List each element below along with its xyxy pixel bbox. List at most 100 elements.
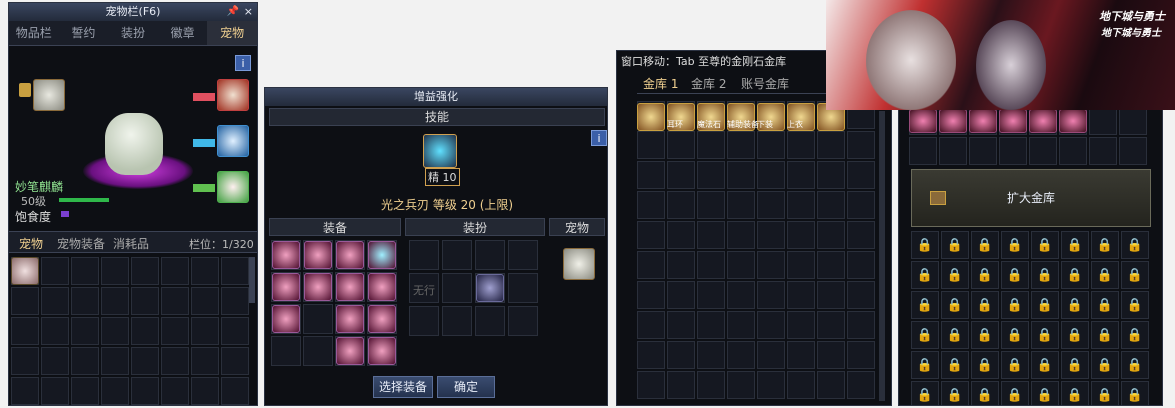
equip-slot[interactable]	[271, 336, 301, 366]
bank-slot[interactable]	[847, 191, 875, 219]
bank-slot[interactable]	[727, 131, 755, 159]
bank-slot[interactable]	[727, 311, 755, 339]
bank-slot[interactable]	[637, 281, 665, 309]
pet-inventory-slot[interactable]	[221, 257, 249, 285]
costume-item[interactable]	[476, 274, 504, 302]
pet-inventory-slot[interactable]	[191, 287, 219, 315]
pet-inventory-slot[interactable]	[71, 377, 99, 405]
bank-slot[interactable]	[757, 311, 785, 339]
pet-inventory-slot[interactable]	[71, 347, 99, 375]
pet-inventory-slot[interactable]	[131, 317, 159, 345]
equipment-item[interactable]	[368, 241, 396, 269]
bank-slot[interactable]	[787, 131, 815, 159]
bank-slot[interactable]	[787, 221, 815, 249]
bank-slot[interactable]	[727, 191, 755, 219]
costume-slot[interactable]	[475, 240, 505, 270]
costume-slot[interactable]	[409, 306, 439, 336]
pet-inventory-slot[interactable]	[191, 347, 219, 375]
bank-slot[interactable]	[637, 191, 665, 219]
bank-scrollbar[interactable]	[879, 111, 885, 401]
pet-inventory-slot[interactable]	[11, 317, 39, 345]
bank-slot[interactable]	[757, 251, 785, 279]
tab-costume[interactable]: 装扮	[108, 21, 158, 45]
bank-slot[interactable]	[667, 221, 695, 249]
bank-slot[interactable]	[697, 191, 725, 219]
pet-inventory-slot[interactable]	[71, 317, 99, 345]
costume-slot[interactable]	[508, 306, 538, 336]
pet-panel-title[interactable]: 宠物栏(F6) 📌 ×	[9, 3, 257, 21]
bank-slot[interactable]	[817, 161, 845, 189]
expand-slot[interactable]	[1029, 137, 1057, 165]
pet-inventory-slot[interactable]	[71, 287, 99, 315]
bank-slot[interactable]	[817, 281, 845, 309]
select-equipment-button[interactable]: 选择装备	[373, 376, 433, 398]
bank-item[interactable]	[969, 109, 997, 133]
equipment-item[interactable]	[336, 305, 364, 333]
pet-inventory-slot[interactable]	[221, 287, 249, 315]
bank-slot[interactable]	[667, 311, 695, 339]
pin-icon[interactable]: 📌	[227, 3, 239, 21]
bank-slot[interactable]	[697, 341, 725, 369]
bank-slot[interactable]	[697, 311, 725, 339]
bank-item[interactable]	[939, 109, 967, 133]
tab-bank-1[interactable]: 金库 1	[643, 75, 678, 92]
bank-slot[interactable]	[757, 341, 785, 369]
bank-slot[interactable]	[757, 221, 785, 249]
pet-inventory-slot[interactable]	[131, 377, 159, 405]
bank-slot[interactable]	[697, 371, 725, 399]
bank-slot[interactable]	[727, 371, 755, 399]
bank-slot[interactable]	[637, 371, 665, 399]
equip-slot[interactable]	[303, 304, 333, 334]
pet-inventory-slot[interactable]	[191, 317, 219, 345]
costume-slot[interactable]	[442, 306, 472, 336]
expand-slot[interactable]	[1119, 137, 1147, 165]
bank-slot[interactable]	[757, 281, 785, 309]
expand-slot[interactable]	[1119, 107, 1147, 135]
bank-slot[interactable]	[847, 251, 875, 279]
bank-item[interactable]	[637, 103, 665, 131]
expand-slot[interactable]	[1089, 137, 1117, 165]
tab-oath[interactable]: 誓约	[59, 21, 109, 45]
bank-slot[interactable]	[847, 221, 875, 249]
bank-slot[interactable]	[637, 341, 665, 369]
bank-slot[interactable]	[697, 161, 725, 189]
bank-slot[interactable]	[787, 251, 815, 279]
pet-equip-slot-blue[interactable]	[217, 125, 249, 157]
bank-slot[interactable]	[757, 161, 785, 189]
bank-slot[interactable]	[637, 161, 665, 189]
tab-pet-equipment[interactable]: 宠物装备	[57, 235, 105, 252]
bank-slot[interactable]	[817, 311, 845, 339]
bank-slot[interactable]	[727, 251, 755, 279]
bank-slot[interactable]	[697, 131, 725, 159]
bank-slot[interactable]	[667, 371, 695, 399]
bank-slot[interactable]	[787, 371, 815, 399]
tab-bank-2[interactable]: 金库 2	[691, 75, 726, 92]
bank-slot[interactable]	[757, 131, 785, 159]
equipment-item[interactable]	[272, 241, 300, 269]
equipment-item[interactable]	[336, 273, 364, 301]
pet-inventory-slot[interactable]	[101, 377, 129, 405]
bank-slot[interactable]	[787, 281, 815, 309]
pet-equip-slot-red[interactable]	[217, 79, 249, 111]
pet-inventory-slot[interactable]	[221, 377, 249, 405]
pet-inventory-slot[interactable]	[191, 257, 219, 285]
bank-slot[interactable]	[757, 191, 785, 219]
pet-inventory-slot[interactable]	[131, 347, 159, 375]
costume-slot[interactable]	[508, 240, 538, 270]
equipment-item[interactable]	[304, 241, 332, 269]
bank-slot[interactable]	[727, 281, 755, 309]
bank-slot[interactable]	[817, 371, 845, 399]
bank-slot[interactable]	[697, 221, 725, 249]
bank-slot[interactable]	[697, 251, 725, 279]
bank-slot[interactable]	[787, 161, 815, 189]
pet-inventory-slot[interactable]	[221, 347, 249, 375]
bank-slot[interactable]	[667, 281, 695, 309]
costume-slot[interactable]	[442, 240, 472, 270]
bank-slot[interactable]	[727, 341, 755, 369]
pet-inventory-slot[interactable]	[101, 317, 129, 345]
bank-slot[interactable]	[667, 161, 695, 189]
equip-slot[interactable]	[303, 336, 333, 366]
pet-inventory-slot[interactable]	[131, 287, 159, 315]
bank-slot[interactable]	[787, 191, 815, 219]
pet-inventory-slot[interactable]	[161, 287, 189, 315]
